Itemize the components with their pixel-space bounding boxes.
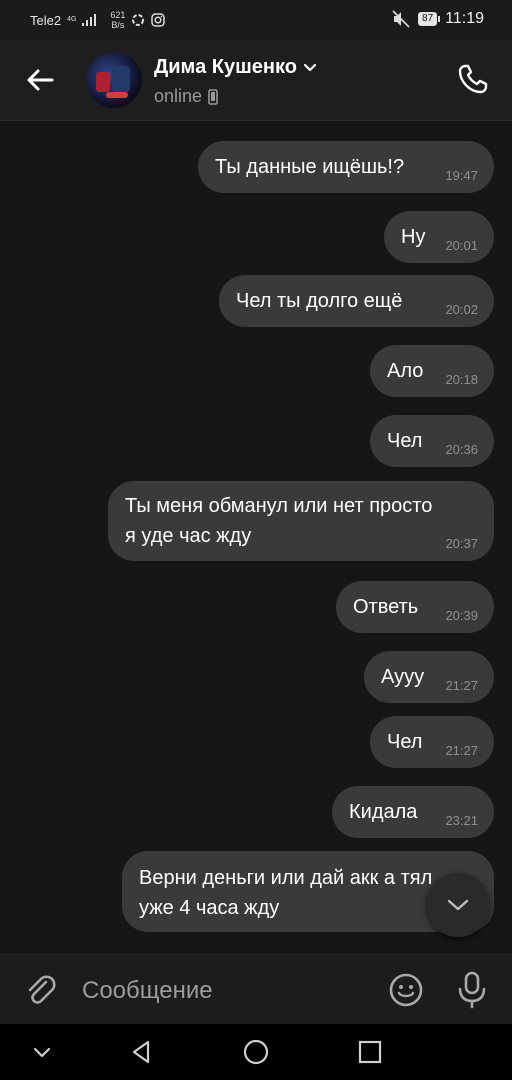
message-text: Ты данные ищёшь!? (215, 156, 405, 178)
message-text: Чел (387, 731, 423, 753)
nav-recents-icon[interactable] (354, 1036, 386, 1068)
mute-icon (392, 10, 410, 28)
status-bar: Tele2 4G 621 B/s 87 11:19 (0, 0, 512, 40)
mobile-device-icon (208, 88, 218, 105)
carrier-label: Tele2 (30, 12, 62, 28)
message-text-line2: уже 4 часа жду (139, 897, 280, 919)
message-text: Ало (387, 360, 424, 382)
message-text: Чел ты долго ещё (236, 290, 403, 312)
chevron-down-icon[interactable] (26, 1036, 58, 1068)
back-arrow-icon[interactable] (24, 64, 56, 96)
message-text: Верни деньги или дай акк а тял (139, 867, 432, 890)
network-type: 4G (67, 16, 77, 23)
speed-unit: B/s (111, 20, 125, 30)
composer-bar (0, 954, 512, 1025)
battery-icon: 87 (418, 12, 441, 26)
phone-call-icon[interactable] (456, 62, 490, 96)
contact-avatar[interactable] (86, 52, 142, 108)
message-time: 23:21 (445, 813, 478, 828)
message-time: 20:18 (445, 372, 478, 387)
message-text: Кидала (349, 801, 418, 823)
speed-value: 621 (110, 10, 126, 20)
message-time: 20:39 (445, 608, 478, 623)
microphone-icon[interactable] (454, 970, 490, 1010)
message-text-line2: я уде час жду (125, 525, 252, 547)
instagram-icon (151, 13, 166, 27)
message-text: Аууу (381, 666, 425, 688)
paperclip-icon[interactable] (22, 972, 58, 1008)
message-input[interactable] (80, 971, 374, 1011)
message-time: 21:27 (445, 678, 478, 693)
message-bubble[interactable]: Ответь 20:39 (336, 581, 494, 633)
nav-home-icon[interactable] (240, 1036, 272, 1068)
message-time: 20:02 (445, 302, 478, 317)
message-text: Ну (401, 226, 426, 248)
message-text: Чел (387, 430, 423, 452)
message-bubble[interactable]: Ты меня обманул или нет просто я уде час… (108, 481, 494, 561)
message-time: 20:37 (445, 536, 478, 551)
message-bubble[interactable]: Аууу 21:27 (364, 651, 494, 703)
message-text: Ответь (353, 596, 419, 618)
message-time: 20:01 (445, 238, 478, 253)
message-text-obscured: ял (409, 867, 433, 889)
message-bubble[interactable]: Ну 20:01 (384, 211, 494, 263)
message-time: 20:36 (445, 442, 478, 457)
message-bubble[interactable]: Ало 20:18 (370, 345, 494, 397)
chevron-down-icon (447, 899, 469, 911)
status-left: Tele2 4G 621 B/s (30, 10, 166, 30)
message-time: 21:27 (445, 743, 478, 758)
signal-icon (82, 14, 97, 26)
message-text: Ты меня обманул или нет просто (125, 495, 433, 517)
message-text-visible: Верни деньги или дай акк а т (139, 867, 410, 889)
nav-back-icon[interactable] (126, 1036, 158, 1068)
chevron-down-icon (303, 63, 317, 71)
network-speed: 621 B/s (110, 10, 125, 30)
status-label: online (154, 86, 203, 106)
contact-name: Дима Кушенко (154, 56, 297, 78)
scroll-down-button[interactable] (426, 873, 490, 937)
message-time: 19:47 (445, 168, 478, 183)
contact-name-button[interactable]: Дима Кушенко (154, 56, 317, 79)
message-bubble[interactable]: Чел 21:27 (370, 716, 494, 768)
emoji-icon[interactable] (388, 972, 424, 1008)
message-bubble[interactable]: Кидала 23:21 (332, 786, 494, 838)
sync-icon (132, 14, 145, 26)
clock: 11:19 (445, 10, 484, 27)
message-bubble[interactable]: Чел 20:36 (370, 415, 494, 467)
status-right: 87 11:19 (392, 10, 484, 28)
contact-status: online (154, 86, 218, 107)
chat-header: Дима Кушенко online (0, 40, 512, 121)
system-nav-bar (0, 1024, 512, 1080)
message-bubble[interactable]: Ты данные ищёшь!? 19:47 (198, 141, 494, 193)
message-bubble[interactable]: Чел ты долго ещё 20:02 (219, 275, 494, 327)
